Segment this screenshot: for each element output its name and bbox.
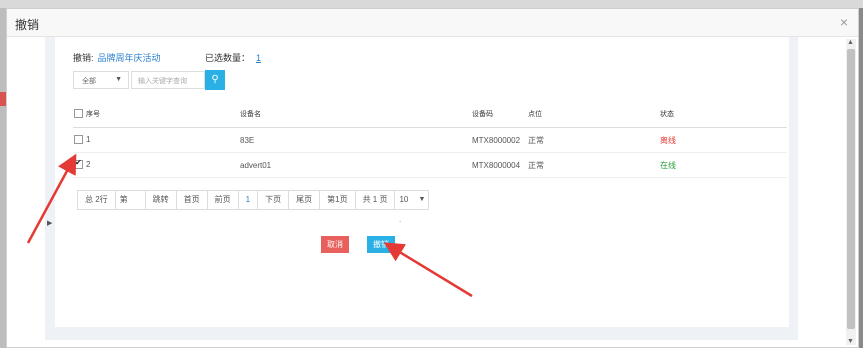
scroll-down-icon[interactable]: ▼ (847, 338, 854, 345)
scroll-up-icon[interactable]: ▲ (847, 39, 854, 46)
cancel-button[interactable]: 取消 (321, 236, 349, 253)
row-position-cell: 正常 (527, 127, 659, 153)
content-panel: ▶ 撤销: 品牌周年庆活动 已选数量： 1 全部 ▼ 输入关键字查询 ⚲ 序号 设 (45, 37, 798, 340)
close-icon[interactable]: × (840, 14, 848, 30)
page-size-select[interactable]: 10 ▼ (395, 190, 430, 210)
row-code-cell: MTX8000004 (471, 152, 527, 178)
modal-header: 撤销 × (7, 9, 858, 37)
background-toolbar (0, 0, 863, 8)
inner-panel: 撤销: 品牌周年庆活动 已选数量： 1 全部 ▼ 输入关键字查询 ⚲ 序号 设备名 … (55, 37, 789, 327)
filter-select[interactable]: 全部 ▼ (73, 71, 129, 89)
total-pages-label: 共 1 页 (355, 190, 396, 210)
selected-label: 已选数量： (205, 53, 251, 63)
page-number-input[interactable]: 第 (115, 190, 146, 210)
col-status-header: 状态 (659, 101, 787, 128)
scroll-thumb[interactable] (847, 49, 855, 329)
row-status-cell: 在线 (659, 152, 787, 178)
filter-select-value: 全部 (82, 78, 96, 85)
col-position-header: 点位 (527, 101, 659, 128)
row-status-cell: 离线 (659, 127, 787, 153)
modal-scrollbar[interactable]: ▲ ▼ (846, 39, 856, 345)
search-input[interactable]: 输入关键字查询 (131, 71, 205, 89)
table-row[interactable]: 1 83E MTX8000002 正常 离线 (73, 127, 787, 153)
selected-count[interactable]: 1 (256, 53, 261, 63)
col-name-header: 设备名 (239, 101, 471, 128)
row-checkbox[interactable] (74, 134, 83, 144)
page-no-label: 第1页 (320, 190, 356, 210)
select-all-checkbox[interactable] (74, 108, 83, 118)
chevron-down-icon: ▼ (418, 196, 426, 203)
device-table: 序号 设备名 设备码 点位 状态 1 83E MTX8000002 正常 离线 (73, 101, 787, 178)
table-header-row: 序号 设备名 设备码 点位 状态 (73, 101, 787, 128)
row-checkbox[interactable] (74, 158, 83, 169)
row-code-cell: MTX8000002 (471, 127, 527, 153)
col-code-header: 设备码 (471, 101, 527, 128)
activity-name[interactable]: 品牌周年庆活动 (98, 53, 161, 63)
current-page[interactable]: 1 (238, 190, 259, 210)
activity-info: 撤销: 品牌周年庆活动 (73, 51, 161, 64)
prev-page-button[interactable]: 前页 (207, 190, 239, 210)
next-page-button[interactable]: 下页 (258, 190, 290, 210)
activity-label: 撤销: (73, 53, 94, 63)
search-button[interactable]: ⚲ (205, 70, 225, 90)
row-name-cell: advert01 (239, 152, 471, 178)
jump-button[interactable]: 跳转 (145, 190, 177, 210)
revoke-button[interactable]: 撤销 (367, 236, 395, 253)
row-index-cell: 2 (73, 152, 239, 178)
row-name-cell: 83E (239, 127, 471, 153)
pagination: 总 2行 第 跳转 首页 前页 1 下页 尾页 第1页 共 1 页 10 ▼ (77, 190, 430, 210)
pager-total: 总 2行 (77, 190, 116, 210)
col-index-header: 序号 (73, 101, 239, 128)
divider-dot: . (399, 215, 402, 224)
search-icon: ⚲ (211, 74, 219, 85)
last-page-button[interactable]: 尾页 (289, 190, 321, 210)
selected-info: 已选数量： 1 (205, 51, 261, 64)
chevron-down-icon: ▼ (115, 76, 122, 83)
first-page-button[interactable]: 首页 (176, 190, 208, 210)
revoke-modal: 撤销 × ▲ ▼ ▶ 撤销: 品牌周年庆活动 已选数量： 1 全部 ▼ 输入关键字查… (6, 8, 859, 348)
row-index-cell: 1 (73, 127, 239, 153)
modal-title: 撤销 (15, 18, 40, 32)
table-row[interactable]: 2 advert01 MTX8000004 正常 在线 (73, 152, 787, 178)
collapse-arrow-icon[interactable]: ▶ (47, 219, 52, 227)
row-position-cell: 正常 (527, 152, 659, 178)
